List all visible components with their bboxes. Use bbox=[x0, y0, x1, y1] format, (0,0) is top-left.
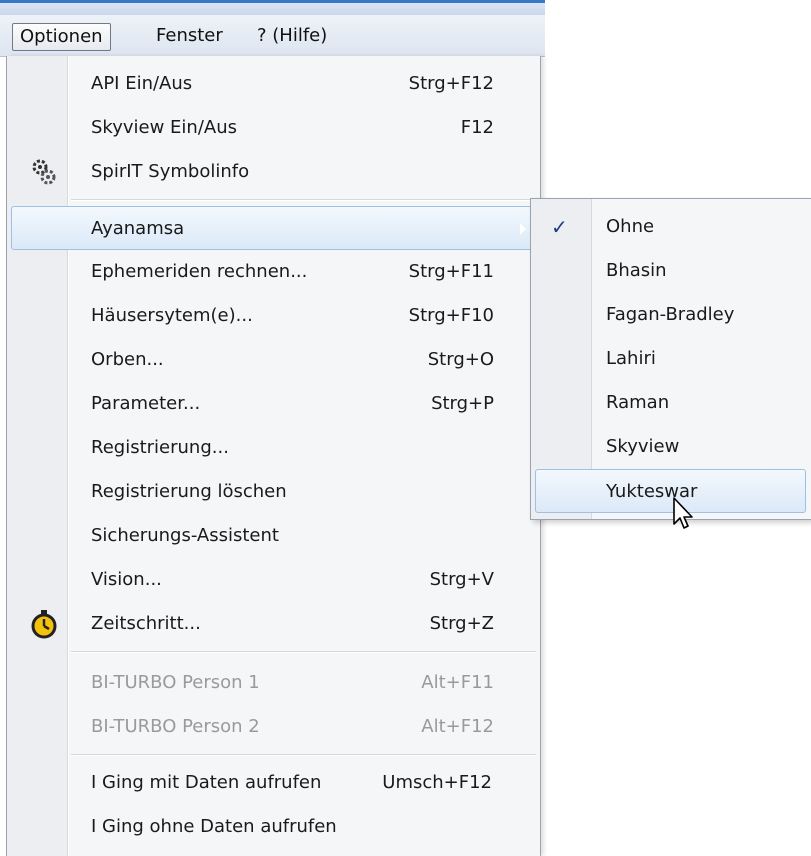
menu-item-label: API Ein/Aus bbox=[91, 73, 193, 94]
menu-item-label: I Ging ohne Daten aufrufen bbox=[91, 816, 337, 837]
menu-item-label: BI-TURBO Person 1 bbox=[91, 672, 260, 693]
submenu-item-ohne[interactable]: ✓ Ohne bbox=[531, 205, 809, 249]
menu-fenster[interactable]: Fenster bbox=[156, 23, 223, 49]
menu-item-label: Orben... bbox=[91, 349, 164, 370]
submenu-item-skyview[interactable]: Skyview bbox=[531, 425, 809, 469]
menu-item-label: BI-TURBO Person 2 bbox=[91, 716, 260, 737]
submenu-item-yukteswar[interactable]: Yukteswar bbox=[535, 469, 806, 513]
menu-item-shortcut: Strg+V bbox=[429, 569, 494, 590]
submenu-item-lahiri[interactable]: Lahiri bbox=[531, 337, 809, 381]
submenu-item-label: Ohne bbox=[606, 216, 655, 237]
window-title-bar bbox=[0, 0, 545, 15]
menu-item-api[interactable]: API Ein/Aus Strg+F12 bbox=[7, 62, 540, 106]
menu-item-ayanamsa[interactable]: Ayanamsa bbox=[11, 206, 537, 250]
menu-item-label: Sicherungs-Assistent bbox=[91, 525, 279, 546]
checkmark-icon: ✓ bbox=[551, 215, 568, 239]
mouse-pointer-icon bbox=[673, 497, 693, 529]
menu-item-shortcut: Strg+F12 bbox=[408, 73, 494, 94]
submenu-item-raman[interactable]: Raman bbox=[531, 381, 809, 425]
menu-item-label: Zeitschritt... bbox=[91, 613, 201, 634]
menu-item-label: Häusersytem(e)... bbox=[91, 305, 253, 326]
menu-item-iging-mit-daten[interactable]: I Ging mit Daten aufrufen Umsch+F12 bbox=[7, 761, 540, 805]
menu-item-skyview[interactable]: Skyview Ein/Aus F12 bbox=[7, 106, 540, 150]
menu-item-registrierung-loeschen[interactable]: Registrierung löschen bbox=[7, 470, 540, 514]
menu-item-sicherungs-assistent[interactable]: Sicherungs-Assistent bbox=[7, 514, 540, 558]
menu-item-iging-ohne-daten[interactable]: I Ging ohne Daten aufrufen bbox=[7, 805, 540, 849]
menu-item-shortcut: Alt+F11 bbox=[421, 672, 494, 693]
menu-item-label: Skyview Ein/Aus bbox=[91, 117, 237, 138]
ayanamsa-submenu: ✓ Ohne Bhasin Fagan-Bradley Lahiri Raman… bbox=[530, 198, 811, 520]
menu-item-shortcut: Strg+Z bbox=[429, 613, 494, 634]
submenu-arrow-icon bbox=[520, 223, 526, 235]
menu-separator bbox=[71, 199, 536, 201]
menu-item-zeitschritt[interactable]: Zeitschritt... Strg+Z bbox=[7, 602, 540, 646]
menu-separator bbox=[71, 754, 536, 756]
menu-item-orben[interactable]: Orben... Strg+O bbox=[7, 338, 540, 382]
menu-item-label: I Ging mit Daten aufrufen bbox=[91, 772, 322, 793]
menu-item-label: Registrierung... bbox=[91, 437, 229, 458]
submenu-item-label: Lahiri bbox=[606, 348, 656, 369]
submenu-item-label: Raman bbox=[606, 392, 670, 413]
menu-item-label: Ayanamsa bbox=[91, 218, 185, 239]
menu-item-shortcut: Strg+F10 bbox=[408, 305, 494, 326]
menu-item-shortcut: Strg+O bbox=[427, 349, 494, 370]
menu-item-shortcut: F12 bbox=[460, 117, 494, 138]
menu-bar: Optionen Fenster ? (Hilfe) bbox=[0, 15, 545, 57]
menu-item-label: SpirIT Symbolinfo bbox=[91, 161, 250, 182]
menu-item-ephemeriden[interactable]: Ephemeriden rechnen... Strg+F11 bbox=[7, 250, 540, 294]
menu-item-symbolinfo[interactable]: SpirIT Symbolinfo bbox=[7, 150, 540, 194]
menu-item-parameter[interactable]: Parameter... Strg+P bbox=[7, 382, 540, 426]
menu-item-shortcut: Umsch+F12 bbox=[382, 772, 492, 793]
menu-item-shortcut: Strg+F11 bbox=[408, 261, 494, 282]
menu-item-label: Parameter... bbox=[91, 393, 201, 414]
menu-separator bbox=[71, 651, 536, 653]
menu-item-registrierung[interactable]: Registrierung... bbox=[7, 426, 540, 470]
menu-item-haeusersystem[interactable]: Häusersytem(e)... Strg+F10 bbox=[7, 294, 540, 338]
menu-item-label: Registrierung löschen bbox=[91, 481, 287, 502]
submenu-item-label: Bhasin bbox=[606, 260, 667, 281]
menu-item-label: Ephemeriden rechnen... bbox=[91, 261, 308, 282]
optionen-dropdown: API Ein/Aus Strg+F12 Skyview Ein/Aus F12… bbox=[6, 56, 541, 856]
submenu-item-bhasin[interactable]: Bhasin bbox=[531, 249, 809, 293]
menu-item-biturbo-1: BI-TURBO Person 1 Alt+F11 bbox=[7, 661, 540, 705]
submenu-item-label: Fagan-Bradley bbox=[606, 304, 735, 325]
stopwatch-icon bbox=[31, 610, 57, 639]
menu-optionen[interactable]: Optionen bbox=[12, 23, 111, 51]
menu-item-biturbo-2: BI-TURBO Person 2 Alt+F12 bbox=[7, 705, 540, 749]
menu-item-shortcut: Alt+F12 bbox=[421, 716, 494, 737]
menu-item-shortcut: Strg+P bbox=[431, 393, 494, 414]
menu-item-label: Vision... bbox=[91, 569, 162, 590]
menu-hilfe[interactable]: ? (Hilfe) bbox=[257, 23, 327, 49]
submenu-item-label: Skyview bbox=[606, 436, 680, 457]
submenu-item-fagan-bradley[interactable]: Fagan-Bradley bbox=[531, 293, 809, 337]
gears-icon bbox=[32, 159, 56, 185]
menu-item-vision[interactable]: Vision... Strg+V bbox=[7, 558, 540, 602]
